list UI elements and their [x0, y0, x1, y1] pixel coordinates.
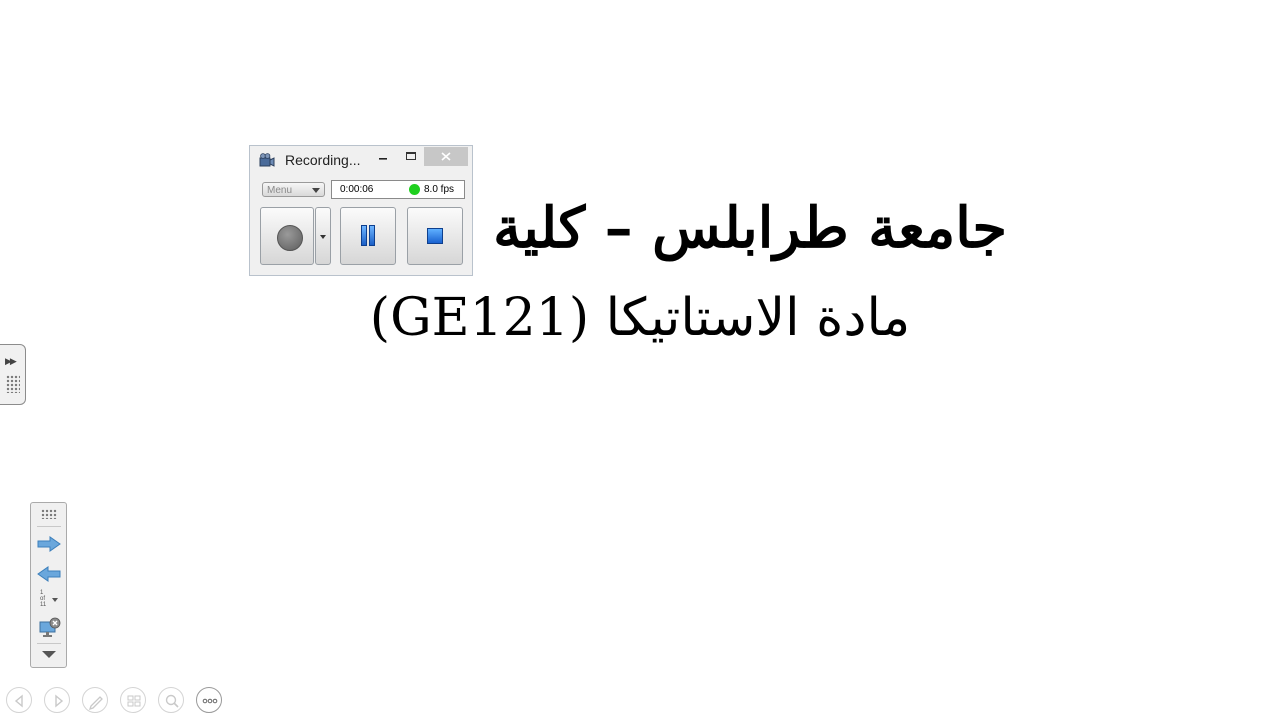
recorder-menu-label: Menu	[267, 185, 293, 196]
recording-status-indicator	[409, 184, 420, 195]
toolbar-divider	[37, 526, 61, 527]
previous-slide-button[interactable]	[6, 687, 32, 713]
toolbar-divider	[37, 643, 61, 644]
chevron-down-icon	[320, 235, 326, 239]
magnifier-icon	[165, 694, 179, 708]
side-panel-handle[interactable]: ▶▶	[0, 344, 26, 405]
next-slide-button[interactable]	[44, 687, 70, 713]
chevron-down-icon	[312, 188, 320, 193]
more-dots-icon	[202, 698, 218, 704]
recording-titlebar[interactable]: Recording...	[250, 146, 472, 174]
minimize-button[interactable]	[372, 147, 394, 166]
recording-window: Recording... Menu 0:00:06 8.0 fps	[249, 145, 473, 276]
presenter-toolbar: 1 of 11	[30, 502, 67, 668]
zoom-button[interactable]	[158, 687, 184, 713]
elapsed-time: 0:00:06	[340, 184, 374, 195]
double-chevron-right-icon: ▶▶	[5, 357, 17, 367]
record-button[interactable]	[260, 207, 314, 265]
arrow-right-icon[interactable]	[37, 536, 61, 552]
grip-icon	[6, 375, 20, 393]
maximize-icon	[406, 152, 416, 160]
recording-status-bar: 0:00:06 8.0 fps	[331, 180, 465, 199]
recorder-menu-dropdown[interactable]: Menu	[262, 182, 325, 197]
arrow-left-icon[interactable]	[37, 566, 61, 582]
close-icon	[441, 152, 451, 161]
arrow-left-icon	[14, 694, 23, 708]
page-indicator[interactable]: 1 of 11	[40, 590, 46, 608]
arrow-right-icon	[55, 694, 64, 708]
frame-rate: 8.0 fps	[424, 184, 455, 195]
stop-icon	[427, 228, 443, 244]
slide-title-line-2: مادة الاستاتيكا (GE121)	[369, 288, 911, 348]
minimize-icon	[379, 158, 387, 160]
maximize-button[interactable]	[400, 147, 422, 166]
pen-tool-button[interactable]	[82, 687, 108, 713]
chevron-down-icon[interactable]	[52, 598, 58, 602]
slide-title-line-1: جامعة طرابلس – كلية	[493, 195, 1007, 261]
pen-icon	[88, 696, 103, 711]
see-all-slides-button[interactable]	[120, 687, 146, 713]
camera-icon	[259, 153, 275, 167]
slides-grid-icon	[127, 695, 141, 707]
chevron-down-icon[interactable]	[42, 651, 56, 658]
slide-canvas: جامعة طرابلس – كلية مادة الاستاتيكا (GE1…	[0, 0, 1280, 720]
stop-button[interactable]	[407, 207, 463, 265]
record-icon	[277, 225, 303, 251]
record-options-button[interactable]	[315, 207, 331, 265]
end-show-icon[interactable]	[39, 617, 61, 639]
pause-button[interactable]	[340, 207, 396, 265]
more-options-button[interactable]	[196, 687, 222, 713]
grip-icon[interactable]	[41, 509, 57, 519]
page-total: 11	[40, 602, 47, 608]
close-button[interactable]	[424, 147, 468, 166]
recording-title: Recording...	[285, 152, 361, 168]
